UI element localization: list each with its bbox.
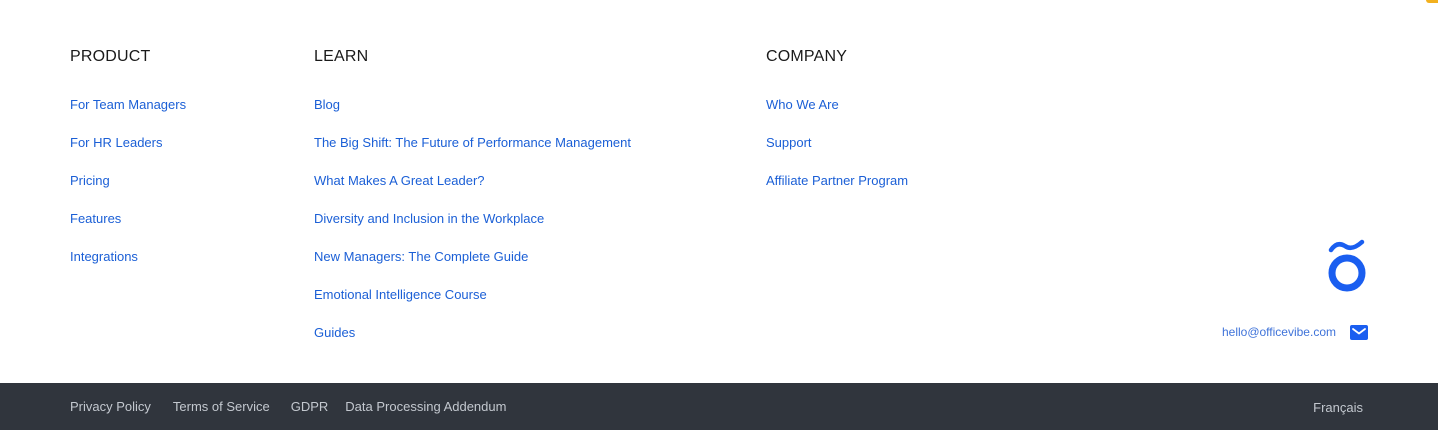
list-item: For Team Managers xyxy=(70,94,186,132)
language-switch-link[interactable]: Français xyxy=(1313,383,1363,430)
link-affiliate-partner-program[interactable]: Affiliate Partner Program xyxy=(766,173,908,188)
list-item: Diversity and Inclusion in the Workplace xyxy=(314,208,631,246)
list-item: Pricing xyxy=(70,170,186,208)
learn-column: LEARN Blog The Big Shift: The Future of … xyxy=(314,46,631,340)
link-diversity-inclusion[interactable]: Diversity and Inclusion in the Workplace xyxy=(314,211,544,226)
link-integrations[interactable]: Integrations xyxy=(70,249,138,264)
legal-links: Privacy Policy Terms of Service GDPR Dat… xyxy=(70,383,506,430)
link-blog[interactable]: Blog xyxy=(314,97,340,112)
corner-accent xyxy=(1426,0,1438,3)
product-column: PRODUCT For Team Managers For HR Leaders… xyxy=(70,46,186,264)
list-item: The Big Shift: The Future of Performance… xyxy=(314,132,631,170)
link-for-team-managers[interactable]: For Team Managers xyxy=(70,97,186,112)
footer-main: PRODUCT For Team Managers For HR Leaders… xyxy=(0,0,1438,383)
list-item: New Managers: The Complete Guide xyxy=(314,246,631,284)
privacy-policy-link[interactable]: Privacy Policy xyxy=(70,399,151,414)
link-pricing[interactable]: Pricing xyxy=(70,173,110,188)
link-big-shift[interactable]: The Big Shift: The Future of Performance… xyxy=(314,135,631,150)
list-item: Who We Are xyxy=(766,94,908,132)
list-item: Guides xyxy=(314,322,631,360)
mail-icon[interactable] xyxy=(1350,324,1368,340)
list-item: Blog xyxy=(314,94,631,132)
list-item: Features xyxy=(70,208,186,246)
list-item: What Makes A Great Leader? xyxy=(314,170,631,208)
list-item: Support xyxy=(766,132,908,170)
footer-bottom-bar: Privacy Policy Terms of Service GDPR Dat… xyxy=(0,383,1438,430)
gdpr-link[interactable]: GDPR xyxy=(291,399,329,414)
link-features[interactable]: Features xyxy=(70,211,121,226)
link-for-hr-leaders[interactable]: For HR Leaders xyxy=(70,135,162,150)
link-guides[interactable]: Guides xyxy=(314,325,355,340)
company-links: Who We Are Support Affiliate Partner Pro… xyxy=(766,94,908,208)
list-item: Integrations xyxy=(70,246,186,284)
product-heading: PRODUCT xyxy=(70,48,151,65)
data-processing-addendum-link[interactable]: Data Processing Addendum xyxy=(345,399,506,414)
link-great-leader[interactable]: What Makes A Great Leader? xyxy=(314,173,485,188)
link-support[interactable]: Support xyxy=(766,135,812,150)
company-heading: COMPANY xyxy=(766,48,848,65)
officevibe-logo-icon[interactable] xyxy=(1326,238,1368,292)
list-item: Affiliate Partner Program xyxy=(766,170,908,208)
contact-email-link[interactable]: hello@officevibe.com xyxy=(1222,325,1336,339)
company-column: COMPANY Who We Are Support Affiliate Par… xyxy=(766,46,908,188)
list-item: For HR Leaders xyxy=(70,132,186,170)
product-links: For Team Managers For HR Leaders Pricing… xyxy=(70,94,186,284)
learn-links: Blog The Big Shift: The Future of Perfor… xyxy=(314,94,631,360)
contact: hello@officevibe.com xyxy=(1222,322,1368,342)
list-item: Emotional Intelligence Course xyxy=(314,284,631,322)
link-who-we-are[interactable]: Who We Are xyxy=(766,97,839,112)
link-emotional-intelligence[interactable]: Emotional Intelligence Course xyxy=(314,287,487,302)
link-new-managers-guide[interactable]: New Managers: The Complete Guide xyxy=(314,249,528,264)
learn-heading: LEARN xyxy=(314,48,369,65)
terms-of-service-link[interactable]: Terms of Service xyxy=(173,399,270,414)
